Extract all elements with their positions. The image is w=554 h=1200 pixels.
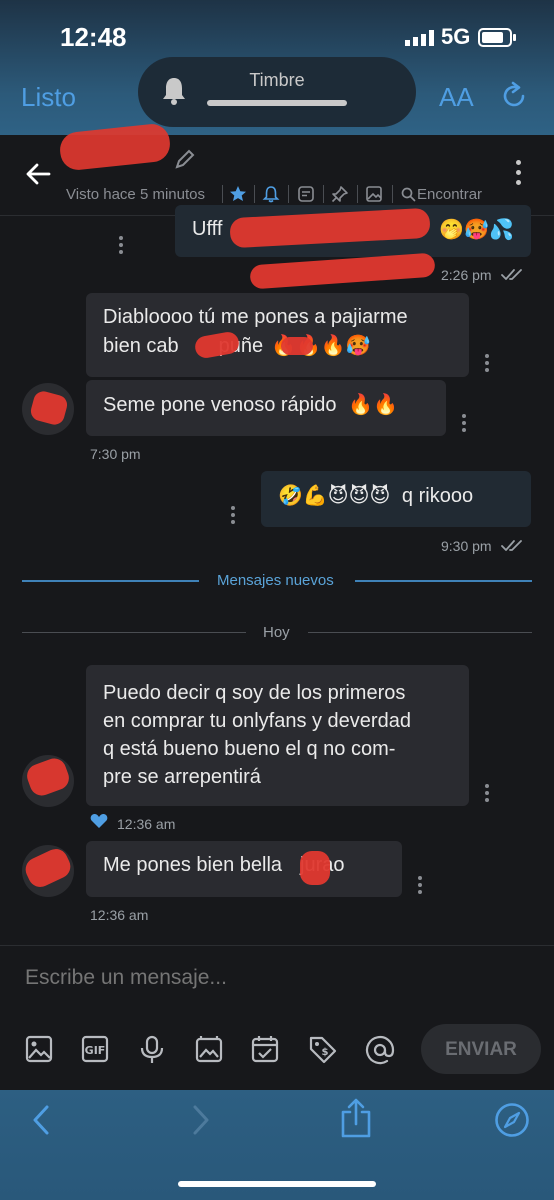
svg-text:GIF: GIF xyxy=(85,1044,106,1057)
read-receipt-icon xyxy=(501,269,522,280)
new-messages-divider-line xyxy=(355,580,532,582)
text-size-button[interactable]: AA xyxy=(439,82,474,113)
browser-back-icon[interactable] xyxy=(30,1104,52,1136)
composer-divider xyxy=(0,945,554,946)
ringer-volume-bar xyxy=(207,100,347,106)
ringer-title: Timbre xyxy=(249,70,305,90)
home-indicator xyxy=(178,1181,376,1187)
message-text: Diabloooo tú me pones a pajiarme xyxy=(103,306,408,328)
read-receipt-icon xyxy=(501,540,522,551)
message-options-icon[interactable] xyxy=(119,236,123,257)
heart-icon[interactable] xyxy=(90,813,108,829)
back-arrow-icon[interactable] xyxy=(24,160,52,188)
message-text: q rikooo xyxy=(401,485,474,507)
share-icon[interactable] xyxy=(339,1098,373,1140)
pin-icon[interactable] xyxy=(331,185,349,203)
header-divider xyxy=(222,185,223,203)
edit-icon[interactable] xyxy=(174,148,196,170)
redacted-timestamp-area xyxy=(249,252,440,293)
battery-icon xyxy=(478,28,516,47)
message-options-icon[interactable] xyxy=(485,784,489,805)
day-divider-line xyxy=(22,632,246,633)
done-button[interactable]: Listo xyxy=(21,82,76,113)
message-options-icon[interactable] xyxy=(231,506,235,527)
attach-image-icon[interactable] xyxy=(25,1035,53,1063)
last-seen-label: Visto hace 5 minutos xyxy=(66,186,205,203)
message-text: Me pones bien bella xyxy=(103,854,283,876)
new-messages-divider-line xyxy=(22,580,199,582)
message-options-icon[interactable] xyxy=(462,414,466,435)
message-bubble-outgoing[interactable]: Ufff 🤭🥵💦 xyxy=(175,205,531,257)
redaction-mark xyxy=(229,207,431,249)
header-divider xyxy=(288,185,289,203)
send-button[interactable]: ENVIAR xyxy=(421,1024,541,1074)
header-divider xyxy=(357,185,358,203)
message-text: Ufff xyxy=(192,218,223,240)
signal-icon xyxy=(405,30,434,46)
message-time: 9:30 pm xyxy=(441,538,492,554)
network-label: 5G xyxy=(441,24,471,49)
message-time: 2:26 pm xyxy=(441,267,492,283)
image-icon[interactable] xyxy=(365,185,383,203)
avatar[interactable] xyxy=(22,845,74,897)
message-text: Seme pone venoso rápido xyxy=(103,394,337,416)
message-bubble-incoming[interactable]: Seme pone venoso rápido 🔥🔥 xyxy=(86,380,446,436)
avatar[interactable] xyxy=(22,383,74,435)
compass-icon[interactable] xyxy=(494,1102,530,1138)
browser-forward-icon[interactable] xyxy=(190,1104,212,1136)
message-text: en comprar tu onlyfans y deverdad xyxy=(103,710,411,732)
message-text: Puedo decir q soy de los primeros xyxy=(103,682,406,704)
mention-icon[interactable] xyxy=(365,1035,395,1065)
message-options-icon[interactable] xyxy=(418,876,422,897)
gif-icon[interactable]: GIF xyxy=(81,1035,109,1063)
find-button[interactable]: Encontrar xyxy=(417,186,482,203)
message-bubble-incoming[interactable]: Puedo decir q soy de los primeros en com… xyxy=(86,665,469,806)
message-bubble-incoming[interactable]: Me pones bien bellajurao xyxy=(86,841,402,897)
message-emoji: 🤭🥵💦 xyxy=(439,217,514,241)
status-time: 12:48 xyxy=(60,22,127,52)
message-text: bien cab xyxy=(103,335,179,357)
microphone-icon[interactable] xyxy=(138,1035,166,1065)
message-text: q está bueno bueno el q no com- xyxy=(103,738,396,760)
day-divider-label: Hoy xyxy=(263,624,290,641)
day-divider-line xyxy=(308,632,532,633)
media-vault-icon[interactable] xyxy=(195,1035,223,1063)
reload-icon[interactable] xyxy=(499,81,529,111)
message-time: 12:36 am xyxy=(117,816,176,832)
message-time: 12:36 am xyxy=(90,907,149,923)
message-options-icon[interactable] xyxy=(485,354,489,375)
search-icon[interactable] xyxy=(401,187,416,202)
header-divider xyxy=(323,185,324,203)
new-messages-divider-label: Mensajes nuevos xyxy=(217,572,334,589)
note-icon[interactable] xyxy=(297,185,315,203)
message-emoji: 🤣💪😈😈😈 xyxy=(278,483,391,507)
header-divider xyxy=(254,185,255,203)
avatar[interactable] xyxy=(22,755,74,807)
message-bubble-incoming[interactable]: Diabloooo tú me pones a pajiarme bien ca… xyxy=(86,293,469,377)
message-input[interactable] xyxy=(23,965,527,991)
schedule-icon[interactable] xyxy=(251,1035,279,1063)
star-icon[interactable] xyxy=(229,185,247,203)
message-emoji: 🔥🔥 xyxy=(348,392,398,416)
svg-text:$: $ xyxy=(322,1047,329,1058)
header-divider xyxy=(392,185,393,203)
bell-outline-icon[interactable] xyxy=(262,185,280,203)
message-text: pre se arrepentirá xyxy=(103,766,261,788)
price-tag-icon[interactable]: $ xyxy=(308,1035,338,1065)
message-time: 7:30 pm xyxy=(90,446,141,462)
redaction-mark xyxy=(281,337,313,355)
redaction-mark xyxy=(300,851,330,885)
more-options-icon[interactable] xyxy=(516,160,521,188)
message-bubble-outgoing[interactable]: 🤣💪😈😈😈 q rikooo xyxy=(261,471,531,527)
